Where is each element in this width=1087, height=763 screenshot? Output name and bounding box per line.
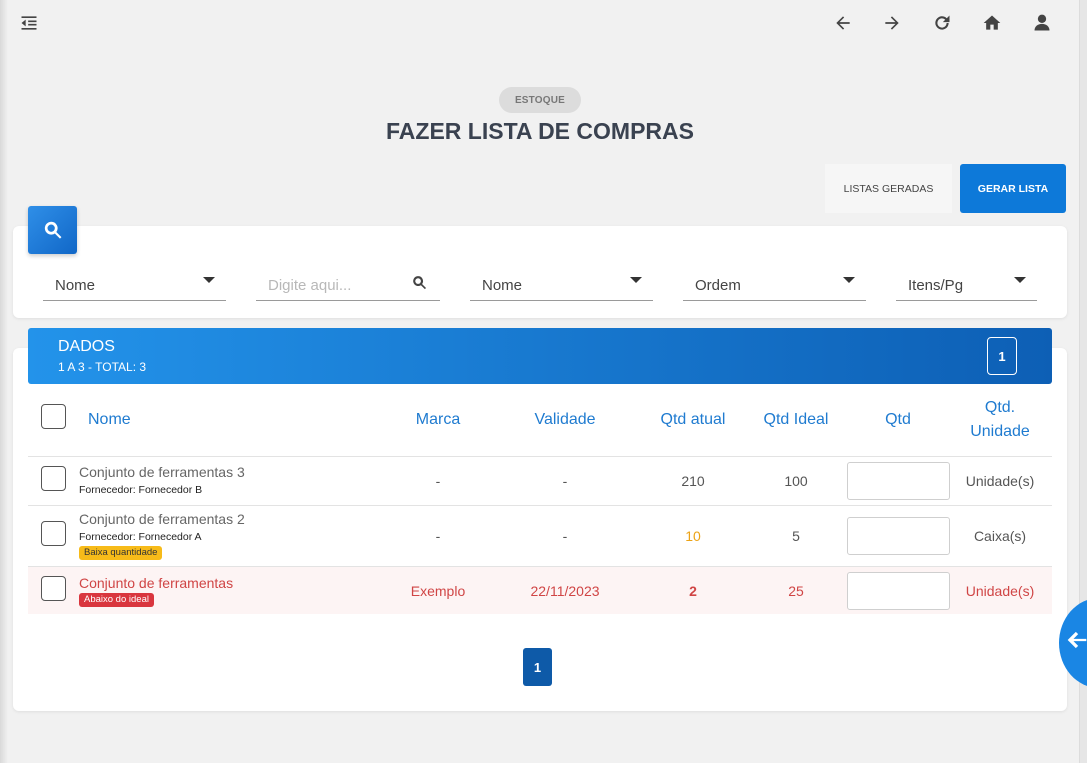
product-name[interactable]: Conjunto de ferramentas (79, 575, 233, 591)
select-value: Nome (482, 277, 523, 294)
cell-unidade: Unidade(s) (965, 583, 1035, 599)
search-toggle-button[interactable] (28, 206, 77, 254)
column-header-qtd-atual[interactable]: Qtd atual (643, 408, 743, 432)
row-checkbox[interactable] (41, 521, 66, 546)
chevron-down-icon (203, 277, 215, 283)
row-checkbox[interactable] (41, 466, 66, 491)
select-all-checkbox[interactable] (41, 404, 66, 429)
search-icon[interactable] (411, 274, 428, 291)
cell-validade: - (562, 473, 568, 489)
left-edge-shadow (0, 0, 8, 763)
cell-qtd-atual: 2 (689, 583, 697, 599)
cell-unidade: Unidade(s) (965, 473, 1035, 489)
cell-marca: Exemplo (410, 583, 466, 599)
breadcrumb: ESTOQUE (499, 87, 581, 113)
cell-qtd-atual: 210 (681, 473, 705, 489)
arrow-left-icon[interactable] (831, 11, 855, 35)
product-name[interactable]: Conjunto de ferramentas 2 (79, 511, 245, 527)
select-value: Ordem (695, 277, 741, 294)
back-arrow-icon (1067, 631, 1087, 649)
sort-field-select[interactable]: Nome (470, 271, 653, 301)
data-header-count: 1 A 3 - TOTAL: 3 (58, 360, 147, 374)
column-header-validade[interactable]: Validade (510, 408, 620, 432)
qty-input[interactable] (847, 572, 950, 610)
generate-list-button[interactable]: GERAR LISTA (960, 164, 1066, 213)
menu-collapse-icon[interactable] (17, 11, 41, 35)
cell-qtd-atual: 10 (685, 528, 701, 544)
low-quantity-badge: Baixa quantidade (79, 546, 163, 560)
user-icon[interactable] (1030, 11, 1054, 35)
column-header-marca[interactable]: Marca (388, 408, 488, 432)
page-title: FAZER LISTA DE COMPRAS (386, 118, 694, 144)
product-supplier: Fornecedor: Fornecedor B (79, 484, 203, 496)
chevron-down-icon (1014, 277, 1026, 283)
home-icon[interactable] (980, 11, 1004, 35)
select-value: Nome (55, 277, 96, 294)
qty-input[interactable] (847, 517, 950, 555)
below-ideal-badge: Abaixo do ideal (79, 593, 154, 607)
row-divider (28, 456, 1052, 457)
search-placeholder: Digite aqui... (268, 277, 352, 294)
data-header: DADOS 1 A 3 - TOTAL: 3 1 (28, 328, 1052, 384)
cell-unidade: Caixa(s) (973, 528, 1027, 544)
cell-qtd-ideal: 100 (784, 473, 808, 489)
column-header-qtd-unidade[interactable]: Qtd. Unidade (955, 396, 1045, 444)
arrow-right-icon[interactable] (880, 11, 904, 35)
chevron-down-icon (630, 277, 642, 283)
cell-marca: - (435, 528, 441, 544)
cell-qtd-ideal: 5 (792, 528, 800, 544)
product-name[interactable]: Conjunto de ferramentas 3 (79, 464, 245, 480)
search-input[interactable]: Digite aqui... (256, 271, 440, 301)
cell-validade: 22/11/2023 (530, 583, 600, 599)
search-icon (44, 221, 61, 239)
cell-qtd-ideal: 25 (788, 583, 804, 599)
row-checkbox[interactable] (41, 576, 66, 601)
row-divider (28, 505, 1052, 506)
order-select[interactable]: Ordem (683, 271, 866, 301)
data-header-title: DADOS (58, 338, 115, 355)
filter-panel: Nome Digite aqui... Nome Ordem Itens/Pg (13, 226, 1067, 318)
generated-lists-button[interactable]: LISTAS GERADAS (825, 164, 952, 213)
items-per-page-select[interactable]: Itens/Pg (896, 271, 1037, 301)
cell-validade: - (562, 528, 568, 544)
refresh-icon[interactable] (930, 11, 954, 35)
chevron-down-icon (843, 277, 855, 283)
search-field-select[interactable]: Nome (43, 271, 226, 301)
select-value: Itens/Pg (908, 277, 964, 294)
column-header-qtd[interactable]: Qtd (848, 408, 948, 432)
pagination-page-button[interactable]: 1 (523, 648, 552, 686)
cell-marca: - (435, 473, 441, 489)
data-header-page-button[interactable]: 1 (987, 337, 1017, 375)
qty-input[interactable] (847, 462, 950, 500)
product-supplier: Fornecedor: Fornecedor A (79, 531, 202, 543)
column-header-qtd-ideal[interactable]: Qtd Ideal (746, 408, 846, 432)
column-header-nome[interactable]: Nome (80, 408, 140, 432)
